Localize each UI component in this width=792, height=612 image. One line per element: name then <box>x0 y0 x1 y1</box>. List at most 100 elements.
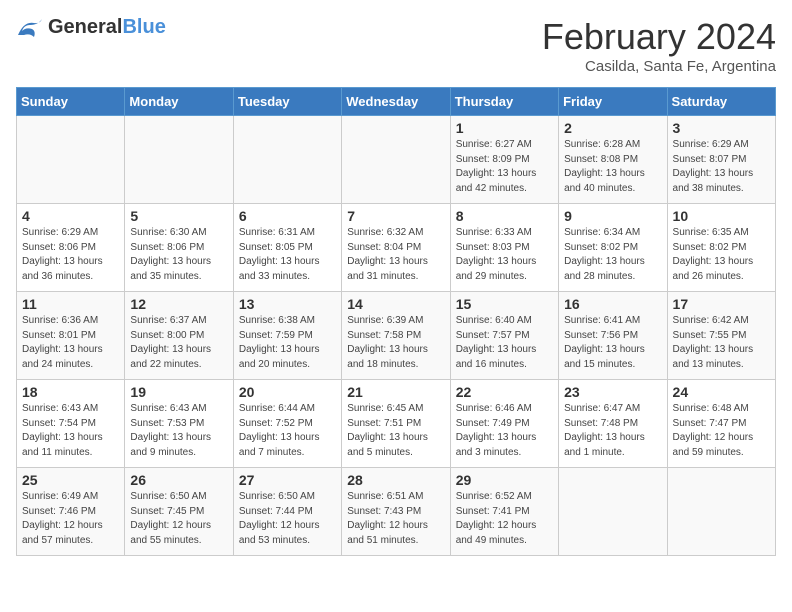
day-info: Sunrise: 6:50 AM Sunset: 7:44 PM Dayligh… <box>239 490 336 548</box>
weekday-header-thursday: Thursday <box>450 88 558 116</box>
day-info: Sunrise: 6:35 AM Sunset: 8:02 PM Dayligh… <box>673 226 770 284</box>
calendar-subtitle: Casilda, Santa Fe, Argentina <box>542 58 776 75</box>
calendar-day-23: 23 Sunrise: 6:47 AM Sunset: 7:48 PM Dayli… <box>559 380 667 468</box>
empty-day-cell <box>559 468 667 556</box>
calendar-week-row: 4 Sunrise: 6:29 AM Sunset: 8:06 PM Daylig… <box>17 204 776 292</box>
day-number: 18 <box>22 384 119 400</box>
empty-day-cell <box>17 116 125 204</box>
day-number: 10 <box>673 208 770 224</box>
day-info: Sunrise: 6:47 AM Sunset: 7:48 PM Dayligh… <box>564 402 661 460</box>
day-info: Sunrise: 6:51 AM Sunset: 7:43 PM Dayligh… <box>347 490 444 548</box>
day-info: Sunrise: 6:32 AM Sunset: 8:04 PM Dayligh… <box>347 226 444 284</box>
day-number: 12 <box>130 296 227 312</box>
day-number: 7 <box>347 208 444 224</box>
day-info: Sunrise: 6:50 AM Sunset: 7:45 PM Dayligh… <box>130 490 227 548</box>
day-number: 20 <box>239 384 336 400</box>
day-number: 29 <box>456 472 553 488</box>
calendar-day-9: 9Sunrise: 6:34 AM Sunset: 8:02 PM Daylig… <box>559 204 667 292</box>
day-number: 15 <box>456 296 553 312</box>
calendar-day-26: 26 Sunrise: 6:50 AM Sunset: 7:45 PM Dayli… <box>125 468 233 556</box>
day-number: 21 <box>347 384 444 400</box>
calendar-day-18: 18 Sunrise: 6:43 AM Sunset: 7:54 PM Dayli… <box>17 380 125 468</box>
logo-bird-icon <box>16 17 44 39</box>
calendar-table: SundayMondayTuesdayWednesdayThursdayFrid… <box>16 87 776 556</box>
calendar-week-row: 1Sunrise: 6:27 AM Sunset: 8:09 PM Daylig… <box>17 116 776 204</box>
day-info: Sunrise: 6:46 AM Sunset: 7:49 PM Dayligh… <box>456 402 553 460</box>
calendar-day-22: 22 Sunrise: 6:46 AM Sunset: 7:49 PM Dayli… <box>450 380 558 468</box>
day-info: Sunrise: 6:37 AM Sunset: 8:00 PM Dayligh… <box>130 314 227 372</box>
day-number: 25 <box>22 472 119 488</box>
day-number: 13 <box>239 296 336 312</box>
calendar-day-1: 1Sunrise: 6:27 AM Sunset: 8:09 PM Daylig… <box>450 116 558 204</box>
calendar-day-19: 19Sunrise: 6:43 AM Sunset: 7:53 PM Dayli… <box>125 380 233 468</box>
day-info: Sunrise: 6:45 AM Sunset: 7:51 PM Dayligh… <box>347 402 444 460</box>
weekday-header-saturday: Saturday <box>667 88 775 116</box>
calendar-day-5: 5 Sunrise: 6:30 AM Sunset: 8:06 PM Daylig… <box>125 204 233 292</box>
empty-day-cell <box>667 468 775 556</box>
day-number: 16 <box>564 296 661 312</box>
day-info: Sunrise: 6:28 AM Sunset: 8:08 PM Dayligh… <box>564 138 661 196</box>
day-number: 3 <box>673 120 770 136</box>
day-number: 17 <box>673 296 770 312</box>
weekday-header-row: SundayMondayTuesdayWednesdayThursdayFrid… <box>17 88 776 116</box>
logo: GeneralBlue <box>16 16 166 39</box>
calendar-day-24: 24Sunrise: 6:48 AM Sunset: 7:47 PM Dayli… <box>667 380 775 468</box>
day-info: Sunrise: 6:52 AM Sunset: 7:41 PM Dayligh… <box>456 490 553 548</box>
calendar-day-27: 27 Sunrise: 6:50 AM Sunset: 7:44 PM Dayli… <box>233 468 341 556</box>
calendar-day-15: 15Sunrise: 6:40 AM Sunset: 7:57 PM Dayli… <box>450 292 558 380</box>
empty-day-cell <box>125 116 233 204</box>
day-info: Sunrise: 6:39 AM Sunset: 7:58 PM Dayligh… <box>347 314 444 372</box>
calendar-title: February 2024 <box>542 16 776 58</box>
day-number: 23 <box>564 384 661 400</box>
day-number: 8 <box>456 208 553 224</box>
day-number: 26 <box>130 472 227 488</box>
weekday-header-sunday: Sunday <box>17 88 125 116</box>
day-info: Sunrise: 6:29 AM Sunset: 8:07 PM Dayligh… <box>673 138 770 196</box>
day-number: 5 <box>130 208 227 224</box>
calendar-week-row: 11 Sunrise: 6:36 AM Sunset: 8:01 PM Dayli… <box>17 292 776 380</box>
calendar-day-25: 25Sunrise: 6:49 AM Sunset: 7:46 PM Dayli… <box>17 468 125 556</box>
day-info: Sunrise: 6:41 AM Sunset: 7:56 PM Dayligh… <box>564 314 661 372</box>
calendar-week-row: 18 Sunrise: 6:43 AM Sunset: 7:54 PM Dayli… <box>17 380 776 468</box>
day-number: 4 <box>22 208 119 224</box>
empty-day-cell <box>342 116 450 204</box>
calendar-day-28: 28 Sunrise: 6:51 AM Sunset: 7:43 PM Dayli… <box>342 468 450 556</box>
day-info: Sunrise: 6:30 AM Sunset: 8:06 PM Dayligh… <box>130 226 227 284</box>
calendar-day-14: 14 Sunrise: 6:39 AM Sunset: 7:58 PM Dayli… <box>342 292 450 380</box>
day-number: 1 <box>456 120 553 136</box>
day-number: 28 <box>347 472 444 488</box>
day-info: Sunrise: 6:38 AM Sunset: 7:59 PM Dayligh… <box>239 314 336 372</box>
weekday-header-monday: Monday <box>125 88 233 116</box>
day-number: 11 <box>22 296 119 312</box>
calendar-day-13: 13 Sunrise: 6:38 AM Sunset: 7:59 PM Dayli… <box>233 292 341 380</box>
calendar-day-11: 11 Sunrise: 6:36 AM Sunset: 8:01 PM Dayli… <box>17 292 125 380</box>
day-number: 6 <box>239 208 336 224</box>
header: GeneralBlue February 2024 Casilda, Santa… <box>16 16 776 75</box>
calendar-day-2: 2 Sunrise: 6:28 AM Sunset: 8:08 PM Daylig… <box>559 116 667 204</box>
day-info: Sunrise: 6:29 AM Sunset: 8:06 PM Dayligh… <box>22 226 119 284</box>
calendar-day-20: 20Sunrise: 6:44 AM Sunset: 7:52 PM Dayli… <box>233 380 341 468</box>
calendar-day-8: 8 Sunrise: 6:33 AM Sunset: 8:03 PM Daylig… <box>450 204 558 292</box>
day-info: Sunrise: 6:42 AM Sunset: 7:55 PM Dayligh… <box>673 314 770 372</box>
day-number: 14 <box>347 296 444 312</box>
title-area: February 2024 Casilda, Santa Fe, Argenti… <box>542 16 776 75</box>
calendar-day-21: 21 Sunrise: 6:45 AM Sunset: 7:51 PM Dayli… <box>342 380 450 468</box>
calendar-day-7: 7 Sunrise: 6:32 AM Sunset: 8:04 PM Daylig… <box>342 204 450 292</box>
calendar-day-17: 17 Sunrise: 6:42 AM Sunset: 7:55 PM Dayli… <box>667 292 775 380</box>
day-info: Sunrise: 6:43 AM Sunset: 7:54 PM Dayligh… <box>22 402 119 460</box>
day-number: 22 <box>456 384 553 400</box>
logo-general: General <box>48 16 122 38</box>
day-info: Sunrise: 6:33 AM Sunset: 8:03 PM Dayligh… <box>456 226 553 284</box>
weekday-header-wednesday: Wednesday <box>342 88 450 116</box>
calendar-day-16: 16 Sunrise: 6:41 AM Sunset: 7:56 PM Dayli… <box>559 292 667 380</box>
day-number: 2 <box>564 120 661 136</box>
empty-day-cell <box>233 116 341 204</box>
calendar-day-29: 29 Sunrise: 6:52 AM Sunset: 7:41 PM Dayli… <box>450 468 558 556</box>
weekday-header-friday: Friday <box>559 88 667 116</box>
day-info: Sunrise: 6:34 AM Sunset: 8:02 PM Dayligh… <box>564 226 661 284</box>
day-number: 27 <box>239 472 336 488</box>
logo-blue: Blue <box>122 16 165 38</box>
day-info: Sunrise: 6:31 AM Sunset: 8:05 PM Dayligh… <box>239 226 336 284</box>
calendar-week-row: 25Sunrise: 6:49 AM Sunset: 7:46 PM Dayli… <box>17 468 776 556</box>
day-info: Sunrise: 6:36 AM Sunset: 8:01 PM Dayligh… <box>22 314 119 372</box>
